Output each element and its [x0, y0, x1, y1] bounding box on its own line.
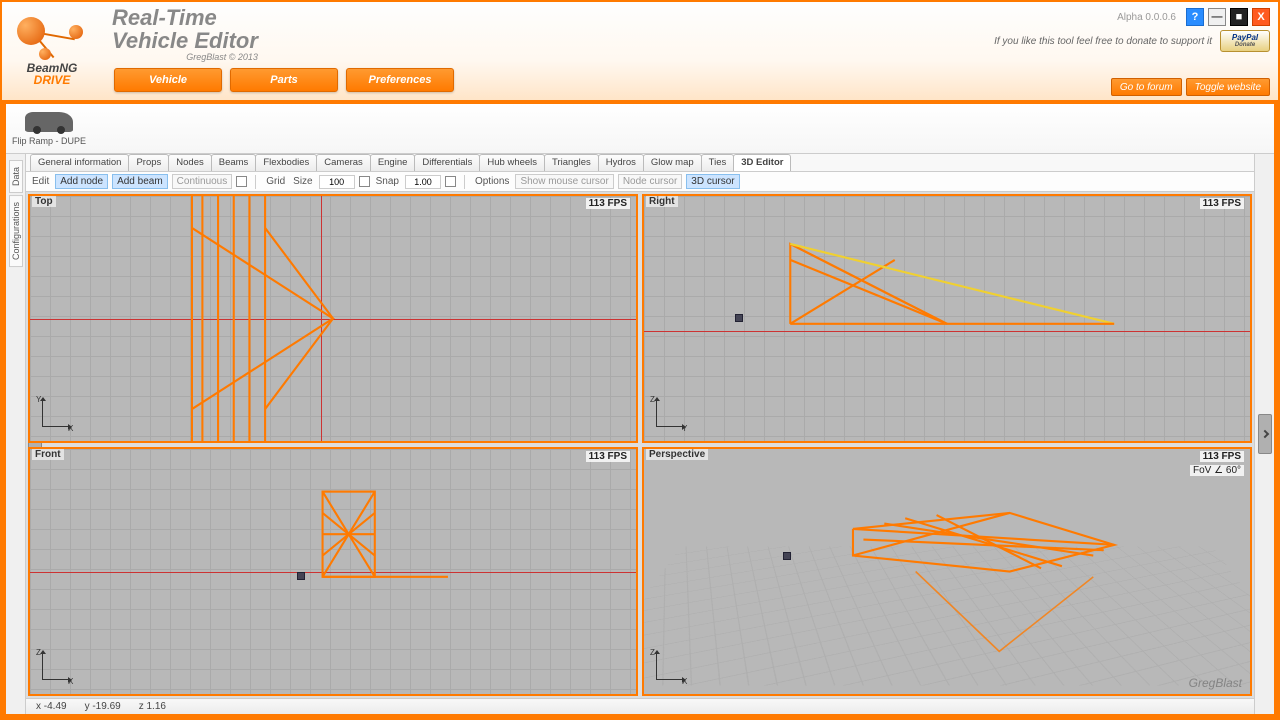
preferences-button[interactable]: Preferences [346, 68, 454, 92]
help-button[interactable]: ? [1186, 8, 1204, 26]
brand-text: BeamNG DRIVE [27, 62, 78, 86]
vehicle-item-label: Flip Ramp - DUPE [12, 136, 86, 146]
snap-label: Snap [374, 176, 401, 187]
viewport-top[interactable]: Top 113 FPS X Y [28, 194, 638, 443]
show-mouse-button[interactable]: Show mouse cursor [515, 174, 613, 189]
logo-area: BeamNG DRIVE [2, 2, 102, 100]
toggle-website-button[interactable]: Toggle website [1186, 78, 1270, 96]
app-credit: GregBlast © 2013 [112, 52, 258, 62]
options-label: Options [473, 176, 511, 187]
tab-beams[interactable]: Beams [211, 154, 257, 171]
viewport-right-fps: 113 FPS [1200, 198, 1244, 209]
status-x: x -4.49 [36, 701, 67, 712]
viewport-front-label: Front [32, 449, 64, 460]
paypal-donate-button[interactable]: PayPalDonate [1220, 30, 1270, 52]
status-z: z 1.16 [139, 701, 166, 712]
size-label: Size [291, 176, 314, 187]
maximize-button[interactable]: ■ [1230, 8, 1248, 26]
tab-flexbodies[interactable]: Flexbodies [255, 154, 317, 171]
car-icon [25, 112, 73, 132]
viewport-persp-fps: 113 FPS [1200, 451, 1244, 462]
edit-toolbar: Edit Add node Add beam Continuous Grid S… [26, 172, 1254, 192]
donate-text: If you like this tool feel free to donat… [994, 36, 1212, 47]
tab-hydros[interactable]: Hydros [598, 154, 644, 171]
viewport-top-label: Top [32, 196, 56, 207]
vehicle-button[interactable]: Vehicle [114, 68, 222, 92]
add-beam-button[interactable]: Add beam [112, 174, 168, 189]
viewport-persp-label: Perspective [646, 449, 708, 460]
right-side-panel [1254, 154, 1274, 714]
viewport-front-fps: 113 FPS [586, 451, 630, 462]
edit-checkbox[interactable] [236, 176, 247, 187]
viewport-perspective[interactable]: Perspective 113 FPS FoV ∠ 60° X Z GregBl… [642, 447, 1252, 696]
tab-glowmap[interactable]: Glow map [643, 154, 702, 171]
viewport-right-label: Right [646, 196, 678, 207]
tab-triangles[interactable]: Triangles [544, 154, 599, 171]
add-node-button[interactable]: Add node [55, 174, 108, 189]
axis-indicator: X Z [650, 648, 690, 688]
tab-nodes[interactable]: Nodes [168, 154, 211, 171]
tab-hubwheels[interactable]: Hub wheels [479, 154, 545, 171]
snap-input[interactable] [405, 175, 441, 189]
node-cursor-button[interactable]: Node cursor [618, 174, 682, 189]
axis-indicator: X Y [36, 395, 76, 435]
close-button[interactable]: X [1252, 8, 1270, 26]
3d-cursor-button[interactable]: 3D cursor [686, 174, 739, 189]
tab-engine[interactable]: Engine [370, 154, 416, 171]
grid-size-input[interactable] [319, 175, 355, 189]
watermark: GregBlast [1189, 676, 1242, 690]
viewport-top-fps: 113 FPS [586, 198, 630, 209]
tabs-row: General information Props Nodes Beams Fl… [26, 154, 1254, 172]
vehicle-item[interactable]: Flip Ramp - DUPE [12, 112, 86, 146]
left-side-tabs: Data Configurations [6, 154, 26, 714]
viewport-right[interactable]: Right 113 FPS Y Z [642, 194, 1252, 443]
side-tab-data[interactable]: Data [9, 160, 23, 193]
go-to-forum-button[interactable]: Go to forum [1111, 78, 1182, 96]
status-bar: x -4.49 y -19.69 z 1.16 [26, 698, 1254, 714]
tab-cameras[interactable]: Cameras [316, 154, 371, 171]
axis-indicator: Y Z [650, 395, 690, 435]
axis-indicator: X Z [36, 648, 76, 688]
panel-toggle-right[interactable] [1258, 414, 1272, 454]
logo-icon [17, 17, 87, 62]
tab-ties[interactable]: Ties [701, 154, 735, 171]
status-y: y -19.69 [85, 701, 121, 712]
tab-props[interactable]: Props [128, 154, 169, 171]
tab-general[interactable]: General information [30, 154, 129, 171]
version-label: Alpha 0.0.0.6 [1117, 12, 1176, 23]
continuous-button[interactable]: Continuous [172, 174, 233, 189]
tab-differentials[interactable]: Differentials [414, 154, 480, 171]
tab-3d-editor[interactable]: 3D Editor [733, 154, 791, 171]
minimize-button[interactable]: — [1208, 8, 1226, 26]
side-tab-configurations[interactable]: Configurations [9, 195, 23, 267]
viewport-persp-fov: FoV ∠ 60° [1190, 465, 1244, 476]
app-title: Real-Time Vehicle Editor [112, 6, 258, 52]
edit-label: Edit [30, 176, 51, 187]
vehicle-toolbar: Flip Ramp - DUPE [6, 104, 1274, 154]
viewport-front[interactable]: Front 113 FPS X Z [28, 447, 638, 696]
parts-button[interactable]: Parts [230, 68, 338, 92]
grid-checkbox[interactable] [359, 176, 370, 187]
snap-checkbox[interactable] [445, 176, 456, 187]
grid-label: Grid [264, 176, 287, 187]
title-bar: BeamNG DRIVE Real-Time Vehicle Editor Gr… [2, 2, 1278, 102]
